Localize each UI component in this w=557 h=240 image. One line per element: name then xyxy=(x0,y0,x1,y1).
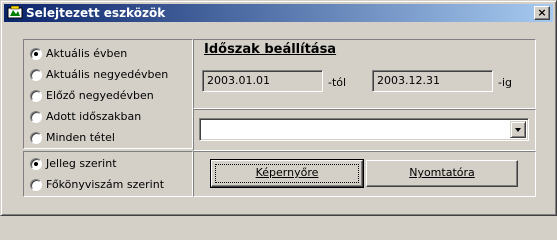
radio-indicator xyxy=(30,90,42,102)
app-icon xyxy=(7,5,23,19)
screen-output-button[interactable]: Képernyőre xyxy=(210,159,364,188)
radio-current-year[interactable]: Aktuális évben xyxy=(30,46,127,62)
printer-output-label: Nyomtatóra xyxy=(409,166,475,179)
period-settings-header: Időszak beállítása xyxy=(204,42,337,57)
radio-label: Adott időszakban xyxy=(46,110,142,123)
radio-by-type[interactable]: Jelleg szerint xyxy=(30,156,117,172)
radio-indicator xyxy=(30,158,42,170)
radio-indicator xyxy=(30,111,42,123)
radio-label: Jelleg szerint xyxy=(46,157,117,170)
filter-combobox[interactable] xyxy=(199,118,529,141)
radio-label: Minden tétel xyxy=(46,131,115,144)
radio-given-period[interactable]: Adott időszakban xyxy=(30,109,141,125)
screen-output-label: Képernyőre xyxy=(255,166,319,179)
window-title: Selejtezett eszközök xyxy=(26,6,166,20)
close-icon: × xyxy=(537,6,547,19)
radio-indicator xyxy=(30,48,42,60)
radio-label: Aktuális évben xyxy=(46,47,128,60)
close-button[interactable]: × xyxy=(534,6,550,20)
radio-label: Főkönyviszám szerint xyxy=(46,178,165,191)
printer-output-button[interactable]: Nyomtatóra xyxy=(366,160,518,187)
radio-by-ledger-number[interactable]: Főkönyviszám szerint xyxy=(30,177,164,193)
radio-indicator xyxy=(30,69,42,81)
radio-current-quarter[interactable]: Aktuális negyedévben xyxy=(30,67,168,83)
date-to-field[interactable]: 2003.12.31 xyxy=(372,70,493,92)
date-from-suffix: -tól xyxy=(328,76,347,89)
radio-label: Aktuális negyedévben xyxy=(46,68,169,81)
radio-label: Előző negyedévben xyxy=(46,89,154,102)
radio-previous-quarter[interactable]: Előző negyedévben xyxy=(30,88,154,104)
chevron-down-icon[interactable] xyxy=(510,121,526,138)
date-to-suffix: -ig xyxy=(498,76,513,89)
date-from-field[interactable]: 2003.01.01 xyxy=(202,70,323,92)
title-bar[interactable]: Selejtezett eszközök × xyxy=(4,4,553,22)
report-window: Selejtezett eszközök × Aktuális évben Ak… xyxy=(0,0,557,216)
radio-indicator xyxy=(30,179,42,191)
radio-indicator xyxy=(30,132,42,144)
radio-all-items[interactable]: Minden tétel xyxy=(30,130,115,146)
